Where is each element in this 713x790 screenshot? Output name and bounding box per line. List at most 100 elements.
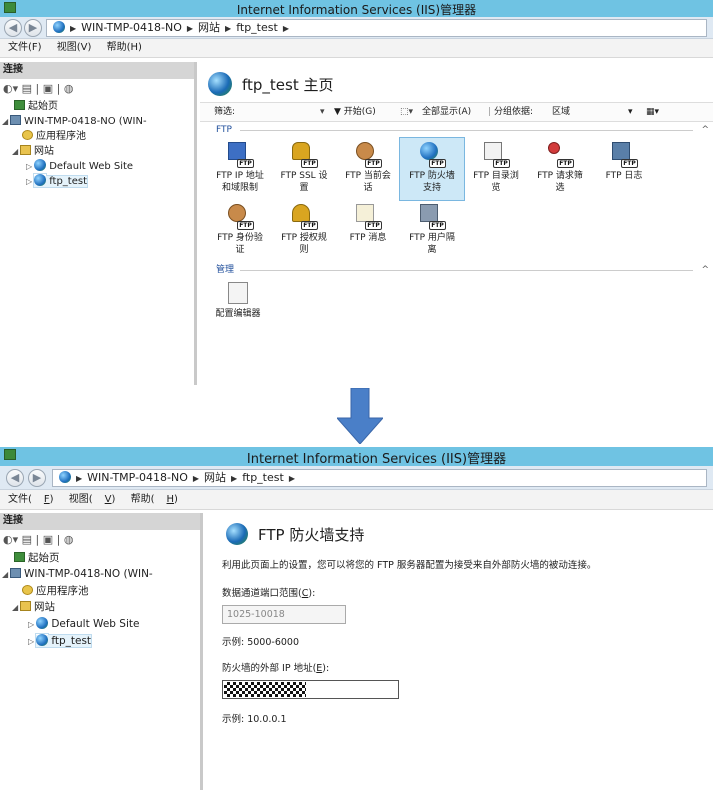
port-range-input[interactable]: 1025-10018 [222,605,346,624]
expand-icon[interactable]: ▷ [28,634,36,650]
tree-label: 应用程序池 [36,585,89,597]
crumb-sites[interactable]: 网站 [198,21,220,34]
collapse-caret-icon[interactable]: ^ [701,122,709,138]
crumb-site[interactable]: ftp_test [242,471,284,484]
label-accel: C [301,588,309,599]
tree-sites[interactable]: ◢ 网站 [0,599,200,616]
menu-file[interactable]: 文件(F) [8,494,54,505]
directory-browsing-icon: FTP [482,140,510,168]
save-icon[interactable]: ▤ [22,533,32,546]
feature-label: FTP 用户隔 [409,233,455,243]
start-filter-button[interactable]: ▼ 开始(G) [334,103,376,122]
tree-label: WIN-TMP-0418-NO (WIN- [24,116,147,127]
connect-icon[interactable]: ◐▾ [3,533,18,546]
crumb-server[interactable]: WIN-TMP-0418-NO [81,21,182,34]
tree-server[interactable]: ◢ WIN-TMP-0418-NO (WIN- [0,114,194,129]
disconnect-icon[interactable]: ◍ [64,533,74,546]
collapse-icon[interactable]: ◢ [2,567,10,583]
back-icon[interactable]: ◀ [6,469,24,487]
page-description: 利用此页面上的设置，您可以将您的 FTP 服务器配置为接受来自外部防火墙的被动连… [222,560,597,571]
iis-window-firewall: Internet Information Services (IIS)管理器 ◀… [0,447,713,790]
menu-view[interactable]: 视图(V) [57,42,92,53]
connections-tree: 起始页 ◢ WIN-TMP-0418-NO (WIN- 应用程序池 ◢ 网站 ▷ D… [0,550,200,650]
feature-ftp-logging[interactable]: FTP FTP 日志 [592,138,656,200]
title-bar: Internet Information Services (IIS)管理器 [0,0,713,17]
tree-default-site[interactable]: ▷ Default Web Site [0,159,194,174]
group-header-ftp[interactable]: FTP ^ [200,122,713,138]
label-accel: E [316,663,323,674]
menu-view[interactable]: 视图(V) [69,494,116,505]
feature-ftp-sessions[interactable]: FTP FTP 当前会话 [336,138,400,200]
site-globe-icon [226,523,248,545]
group-header-management[interactable]: 管理 ^ [200,262,713,278]
feature-ftp-request-filtering[interactable]: FTP FTP 请求筛选 [528,138,592,200]
expand-icon[interactable]: ▷ [26,174,34,189]
filter-label: 筛选: [214,107,236,117]
connections-header: 连接 [0,62,194,79]
feature-ftp-user-isolation[interactable]: FTP FTP 用户隔离 [400,200,464,262]
feature-ftp-ssl[interactable]: FTP FTP SSL 设置 [272,138,336,200]
breadcrumb[interactable]: ▶ WIN-TMP-0418-NO ▶ 网站 ▶ ftp_test ▶ [46,19,707,37]
tree-start-page[interactable]: 起始页 [0,550,200,566]
folder-up-icon[interactable]: ▣ [43,82,53,95]
filter-dropdown-icon[interactable]: ▾ [320,103,334,122]
connect-icon[interactable]: ◐▾ [3,82,18,95]
connections-pane: 连接 ◐▾ ▤ | ▣ | ◍ 起始页 ◢ WIN-TMP-0418-NO (WI… [0,513,203,790]
tree-label: 网站 [34,146,54,157]
crumb-sites[interactable]: 网站 [204,471,226,484]
save-icon[interactable]: ▤ [22,82,32,95]
tree-label: 起始页 [28,552,60,564]
feature-ftp-authorization[interactable]: FTP FTP 授权规则 [272,200,336,262]
feature-ftp-ip-restrictions[interactable]: FTP FTP IP 地址 和域限制 [208,138,272,200]
collapse-caret-icon[interactable]: ^ [701,262,709,278]
site-globe-icon [36,617,48,629]
forward-icon[interactable]: ▶ [24,19,42,37]
forward-icon[interactable]: ▶ [28,469,46,487]
crumb-server[interactable]: WIN-TMP-0418-NO [87,471,188,484]
tree-app-pools[interactable]: 应用程序池 [0,129,194,144]
feature-label: FTP 目录浏 [473,171,519,181]
feature-ftp-firewall[interactable]: FTP FTP 防火墙 支持 [399,137,465,201]
menu-file[interactable]: 文件(F) [8,42,42,53]
disconnect-icon[interactable]: ◍ [64,82,74,95]
show-all-button[interactable]: 全部显示(A) [422,103,471,122]
tree-app-pools[interactable]: 应用程序池 [0,583,200,599]
folder-up-icon[interactable]: ▣ [43,533,53,546]
expand-icon[interactable]: ▷ [28,617,36,633]
feature-icons: FTP FTP IP 地址 和域限制 FTP FTP SSL 设置 FTP FTP 当前… [200,137,700,262]
globe-icon [59,471,71,483]
group-by-dropdown-icon[interactable]: ▾ [628,103,633,122]
feature-ftp-messages[interactable]: FTP FTP 消息 [336,200,400,262]
globe-icon [53,21,65,33]
messages-icon: FTP [354,202,382,230]
expand-icon[interactable]: ▷ [26,159,34,174]
tree-start-page[interactable]: 起始页 [0,99,194,114]
back-icon[interactable]: ◀ [4,19,22,37]
menu-help[interactable]: 帮助(H) [107,42,142,53]
feature-ftp-authentication[interactable]: FTP FTP 身份验证 [208,200,272,262]
group-label: 管理 [216,265,235,275]
features-pane: ftp_test 主页 筛选: ▾ ▼ 开始(G) ⬚▾ 全部显示(A) | 分… [200,62,713,385]
authentication-icon: FTP [226,202,254,230]
crumb-site[interactable]: ftp_test [236,21,278,34]
tree-sites[interactable]: ◢ 网站 [0,144,194,159]
tree-ftp-test[interactable]: ▷ ftp_test [0,633,200,650]
server-icon [10,568,21,578]
group-by-select[interactable]: 区域 [552,103,570,122]
tree-default-site[interactable]: ▷ Default Web Site [0,616,200,633]
tree-label: 应用程序池 [36,131,86,142]
tree-ftp-test[interactable]: ▷ ftp_test [0,174,194,189]
collapse-icon[interactable]: ◢ [12,144,20,159]
menu-help[interactable]: 帮助(H) [131,494,178,505]
tree-server[interactable]: ◢ WIN-TMP-0418-NO (WIN- [0,566,200,583]
feature-ftp-dir-browsing[interactable]: FTP FTP 目录浏览 [464,138,528,200]
show-all-icon[interactable]: ⬚▾ [400,103,413,122]
feature-config-editor[interactable]: 配置编辑器 [208,278,268,326]
breadcrumb[interactable]: ▶ WIN-TMP-0418-NO ▶ 网站 ▶ ftp_test ▶ [52,469,707,487]
port-range-example: 示例: 5000-6000 [222,637,300,648]
tree-label: WIN-TMP-0418-NO (WIN- [24,568,153,580]
collapse-icon[interactable]: ◢ [12,600,20,616]
collapse-icon[interactable]: ◢ [2,114,10,129]
view-mode-icon[interactable]: ▦▾ [646,103,659,122]
external-ip-input[interactable] [222,680,399,699]
